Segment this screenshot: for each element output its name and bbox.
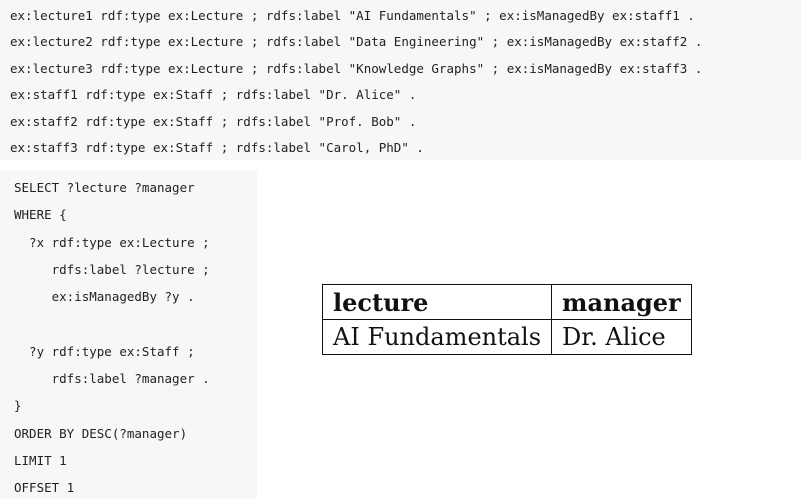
triple-line: ex:lecture1 rdf:type ex:Lecture ; rdfs:l… [10, 8, 695, 23]
triple-line: ex:staff3 rdf:type ex:Staff ; rdfs:label… [10, 139, 424, 155]
column-header-lecture: lecture [321, 284, 553, 320]
query-line: SELECT ?lecture ?manager [14, 180, 195, 195]
query-line: OFFSET 1 [14, 480, 75, 496]
query-line: ?y rdf:type ex:Staff ; [14, 343, 195, 359]
query-line: rdfs:label ?manager . [14, 371, 210, 387]
result-cell-manager: Dr. Alice [551, 319, 692, 355]
query-line: rdfs:label ?lecture ; [14, 261, 210, 277]
query-line: ORDER BY DESC(?manager) [14, 425, 188, 441]
query-line: ex:isManagedBy ?y . [14, 289, 195, 305]
triple-line: ex:lecture2 rdf:type ex:Lecture ; rdfs:l… [10, 34, 703, 50]
query-line: WHERE { [14, 207, 67, 223]
query-line: } [14, 398, 22, 414]
sparql-query-code-block: SELECT ?lecture ?manager WHERE { ?x rdf:… [0, 170, 257, 499]
result-row: AI Fundamentals Dr. Alice [321, 319, 692, 355]
triple-line: ex:staff2 rdf:type ex:Staff ; rdfs:label… [10, 113, 417, 129]
query-line: LIMIT 1 [14, 452, 67, 468]
column-header-manager: manager [551, 284, 692, 320]
triple-line: ex:staff1 rdf:type ex:Staff ; rdfs:label… [10, 87, 417, 103]
query-line-blank [14, 310, 257, 337]
triple-line: ex:lecture3 rdf:type ex:Lecture ; rdfs:l… [10, 60, 703, 76]
query-result-table: lecture manager AI Fundamentals Dr. Alic… [321, 284, 692, 355]
result-cell-lecture: AI Fundamentals [321, 319, 553, 355]
result-header-row: lecture manager [321, 284, 692, 320]
rdf-triples-code-block: ex:lecture1 rdf:type ex:Lecture ; rdfs:l… [0, 0, 801, 160]
query-line: ?x rdf:type ex:Lecture ; [14, 234, 210, 250]
